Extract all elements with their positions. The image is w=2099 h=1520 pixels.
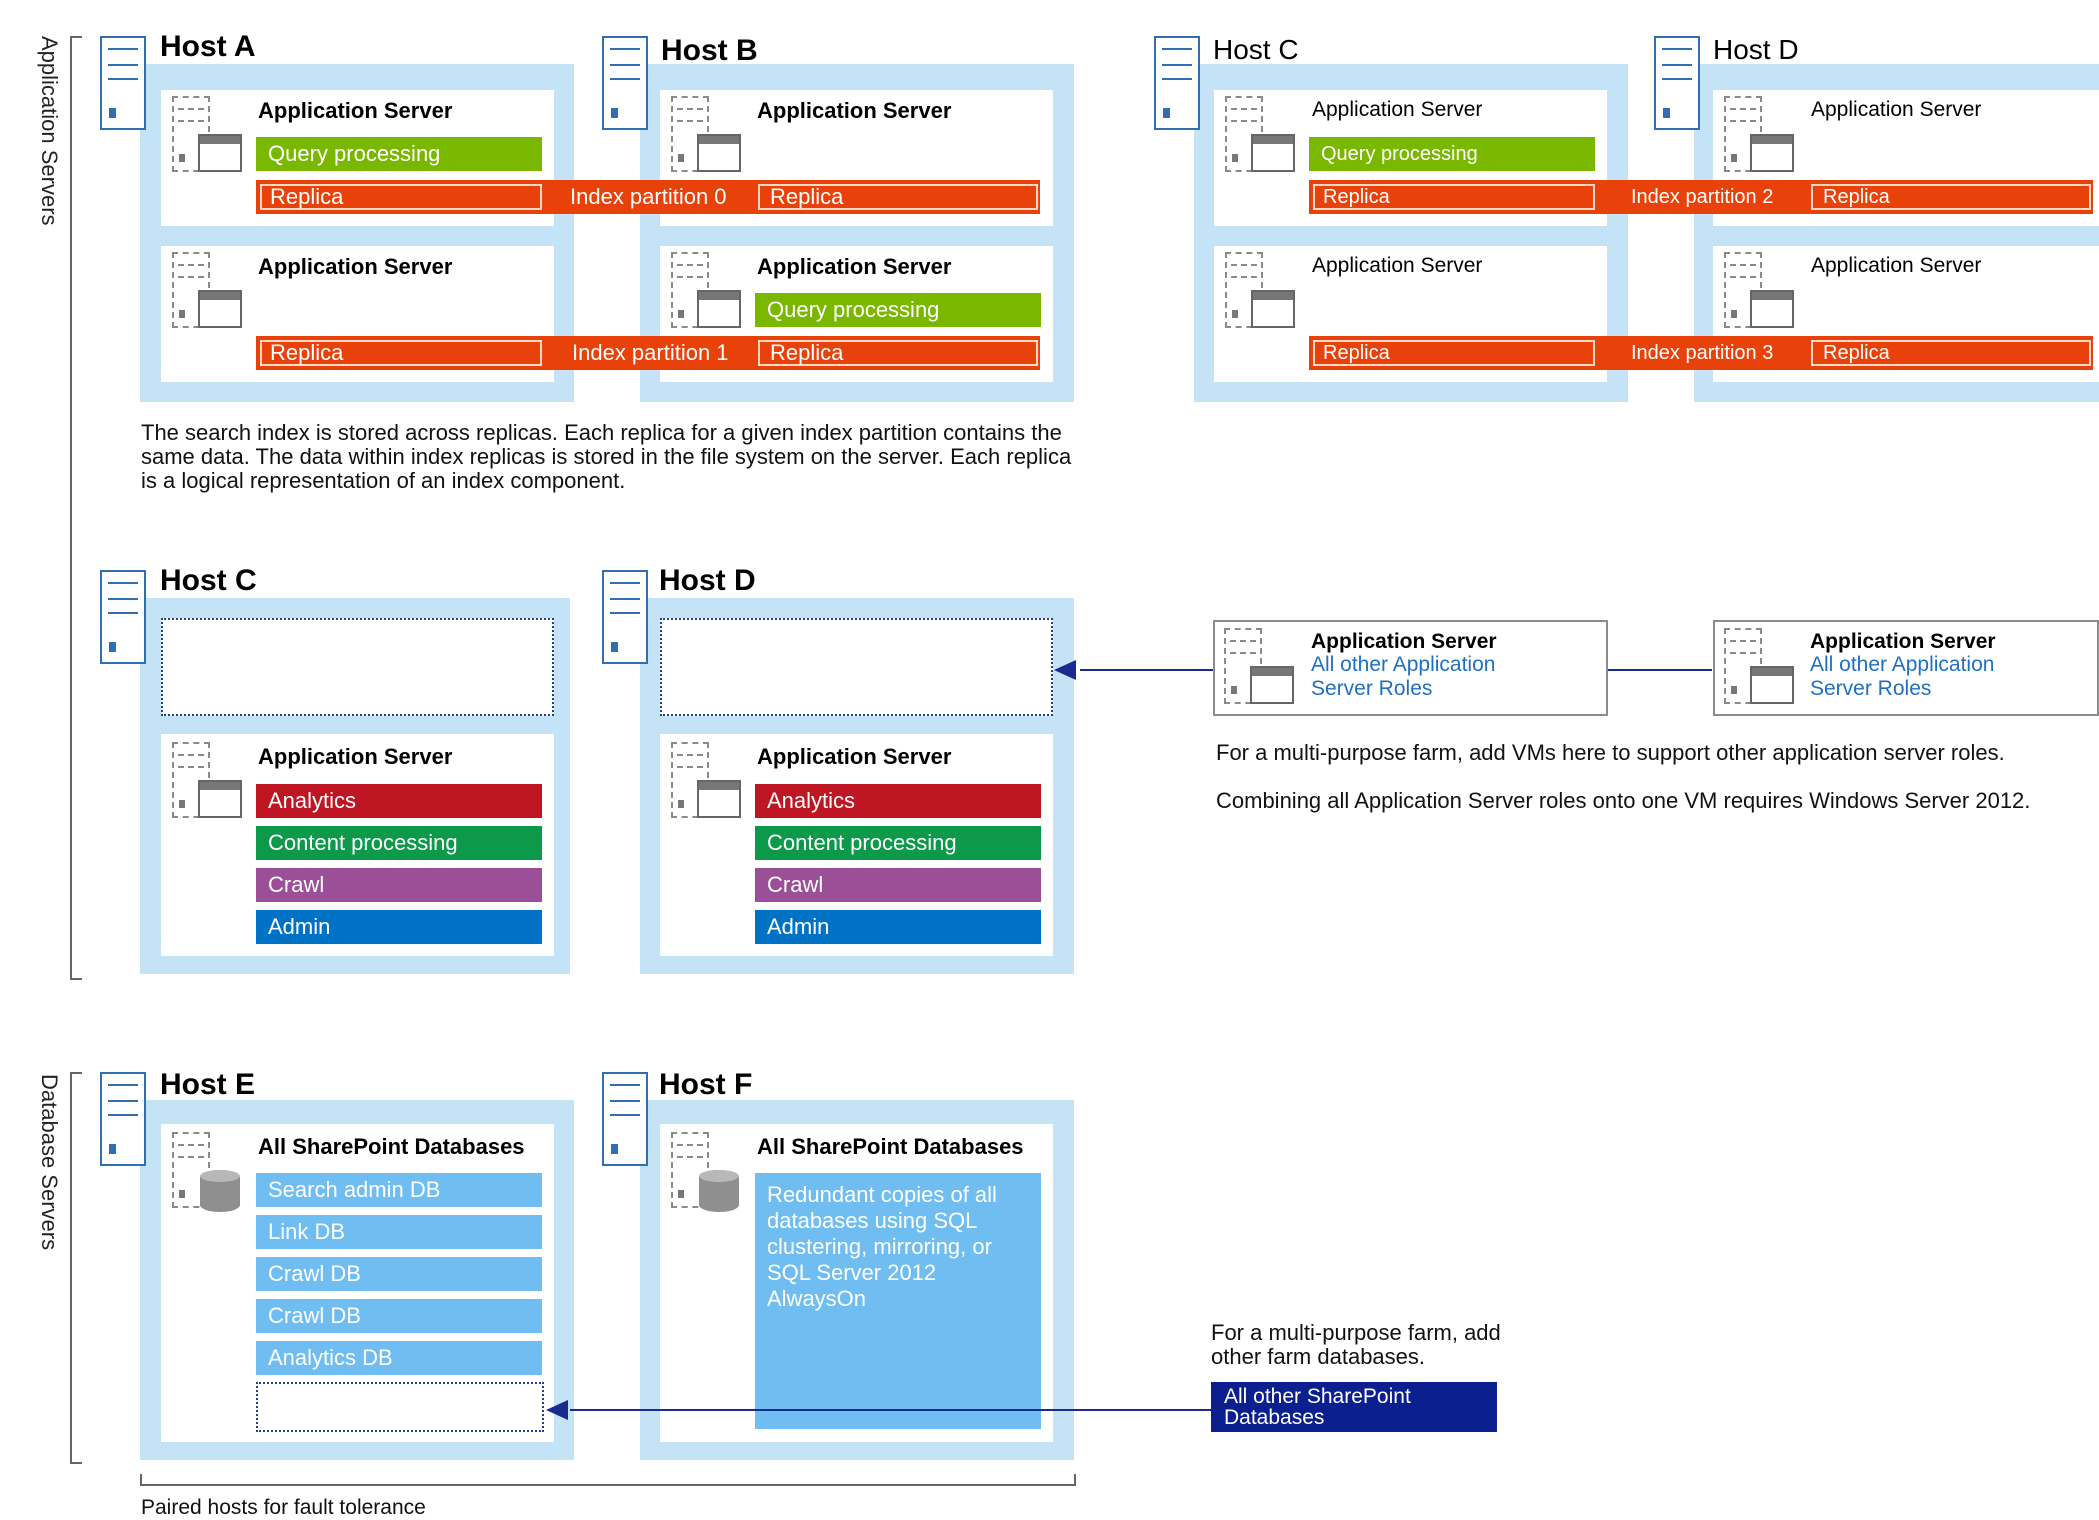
host-c-mid-label: Host C: [160, 564, 257, 597]
partition-label: Index partition 1: [572, 340, 729, 365]
application-server-icon: [1724, 96, 1794, 172]
partition-label: Index partition 2: [1631, 186, 1774, 208]
role-analytics: Analytics: [755, 784, 1041, 818]
database-item: Search admin DB: [256, 1173, 542, 1207]
replica-label: Replica: [1323, 342, 1390, 364]
host-server-icon: [100, 570, 146, 664]
role-query-processing: Query processing: [1309, 137, 1595, 171]
host-e-label: Host E: [160, 1068, 256, 1101]
index-note-caption: The search index is stored across replic…: [141, 420, 1072, 493]
application-server-icon: [172, 96, 242, 172]
arrow-left-icon: [1054, 660, 1712, 680]
role-analytics: Analytics: [256, 784, 542, 818]
database-item: Crawl DB: [256, 1257, 542, 1291]
host-server-icon: [602, 36, 648, 130]
paired-hosts-bracket: [140, 1474, 1076, 1486]
replica-label: Replica: [270, 340, 344, 365]
db-server-title: All SharePoint Databases: [757, 1134, 1024, 1159]
server-title: Application Server: [258, 744, 453, 769]
index-partition-0-bar: Replica Index partition 0 Replica: [256, 180, 1040, 214]
host-server-icon: [1654, 36, 1700, 130]
host-d-top-label: Host D: [1713, 34, 1799, 65]
application-server-icon: [1724, 252, 1794, 328]
database-item: Link DB: [256, 1215, 542, 1249]
other-app-title: Application Server: [1810, 630, 1996, 653]
application-server-icon: [671, 96, 741, 172]
server-title: Application Server: [1312, 98, 1483, 121]
arrow-left-icon: [546, 1400, 1211, 1420]
server-title: Application Server: [1312, 254, 1483, 277]
role-query-processing: Query processing: [755, 293, 1041, 327]
host-server-icon: [100, 36, 146, 130]
server-title: Application Server: [1811, 254, 1982, 277]
multi-purpose-db-caption: For a multi-purpose farm, add other farm…: [1211, 1320, 1501, 1369]
index-partition-3-bar: Replica Index partition 3 Replica: [1309, 336, 2093, 370]
host-server-icon: [602, 570, 648, 664]
replica-label: Replica: [270, 184, 344, 209]
database-server-icon: [671, 1132, 741, 1212]
replica-label: Replica: [1823, 342, 1890, 364]
database-item: Crawl DB: [256, 1299, 542, 1333]
other-sharepoint-databases-label: All other SharePoint Databases: [1224, 1385, 1411, 1429]
application-server-icon: [1225, 252, 1295, 328]
multi-purpose-app-caption: For a multi-purpose farm, add VMs here t…: [1216, 740, 2005, 765]
host-server-icon: [100, 1072, 146, 1166]
application-server-icon: [172, 252, 242, 328]
vm-placeholder-slot: [161, 618, 554, 716]
host-server-icon: [1154, 36, 1200, 130]
database-item: Analytics DB: [256, 1341, 542, 1375]
role-content-processing: Content processing: [256, 826, 542, 860]
db-servers-bracket: [70, 1072, 82, 1464]
db-server-title: All SharePoint Databases: [258, 1134, 525, 1159]
index-partition-1-bar: Replica Index partition 1 Replica: [256, 336, 1040, 370]
role-content-processing: Content processing: [755, 826, 1041, 860]
host-a-label: Host A: [160, 30, 256, 63]
role-admin: Admin: [256, 910, 542, 944]
index-partition-2-bar: Replica Index partition 2 Replica: [1309, 180, 2093, 214]
role-admin: Admin: [755, 910, 1041, 944]
server-title: Application Server: [1811, 98, 1982, 121]
replica-label: Replica: [770, 184, 844, 209]
host-f-label: Host F: [659, 1068, 753, 1101]
host-d-mid-label: Host D: [659, 564, 756, 597]
server-title: Application Server: [258, 254, 453, 279]
application-server-icon: [671, 742, 741, 818]
db-servers-side-label: Database Servers: [37, 1074, 62, 1251]
paired-hosts-caption: Paired hosts for fault tolerance: [141, 1496, 426, 1519]
application-server-icon: [671, 252, 741, 328]
db-placeholder-slot: [256, 1382, 544, 1432]
app-servers-bracket: [70, 36, 82, 980]
combining-roles-caption: Combining all Application Server roles o…: [1216, 788, 2031, 813]
partition-label: Index partition 0: [570, 184, 727, 209]
server-title: Application Server: [258, 98, 453, 123]
database-server-icon: [172, 1132, 242, 1212]
server-title: Application Server: [757, 744, 952, 769]
application-server-icon: [1225, 96, 1295, 172]
replica-label: Replica: [1823, 186, 1890, 208]
replica-label: Replica: [770, 340, 844, 365]
other-app-subtitle: All other Application Server Roles: [1810, 653, 1995, 700]
role-crawl: Crawl: [256, 868, 542, 902]
role-query-processing: Query processing: [256, 137, 542, 171]
server-title: Application Server: [757, 254, 952, 279]
host-server-icon: [602, 1072, 648, 1166]
application-server-icon: [172, 742, 242, 818]
role-crawl: Crawl: [755, 868, 1041, 902]
host-b-label: Host B: [661, 34, 758, 67]
application-server-icon: [1724, 628, 1794, 704]
server-title: Application Server: [757, 98, 952, 123]
redundant-copies-text: Redundant copies of all databases using …: [767, 1182, 997, 1311]
vm-placeholder-slot: [660, 618, 1053, 716]
partition-label: Index partition 3: [1631, 342, 1774, 364]
app-servers-side-label: Application Servers: [37, 36, 62, 226]
host-c-top-label: Host C: [1213, 34, 1299, 65]
replica-label: Replica: [1323, 186, 1390, 208]
